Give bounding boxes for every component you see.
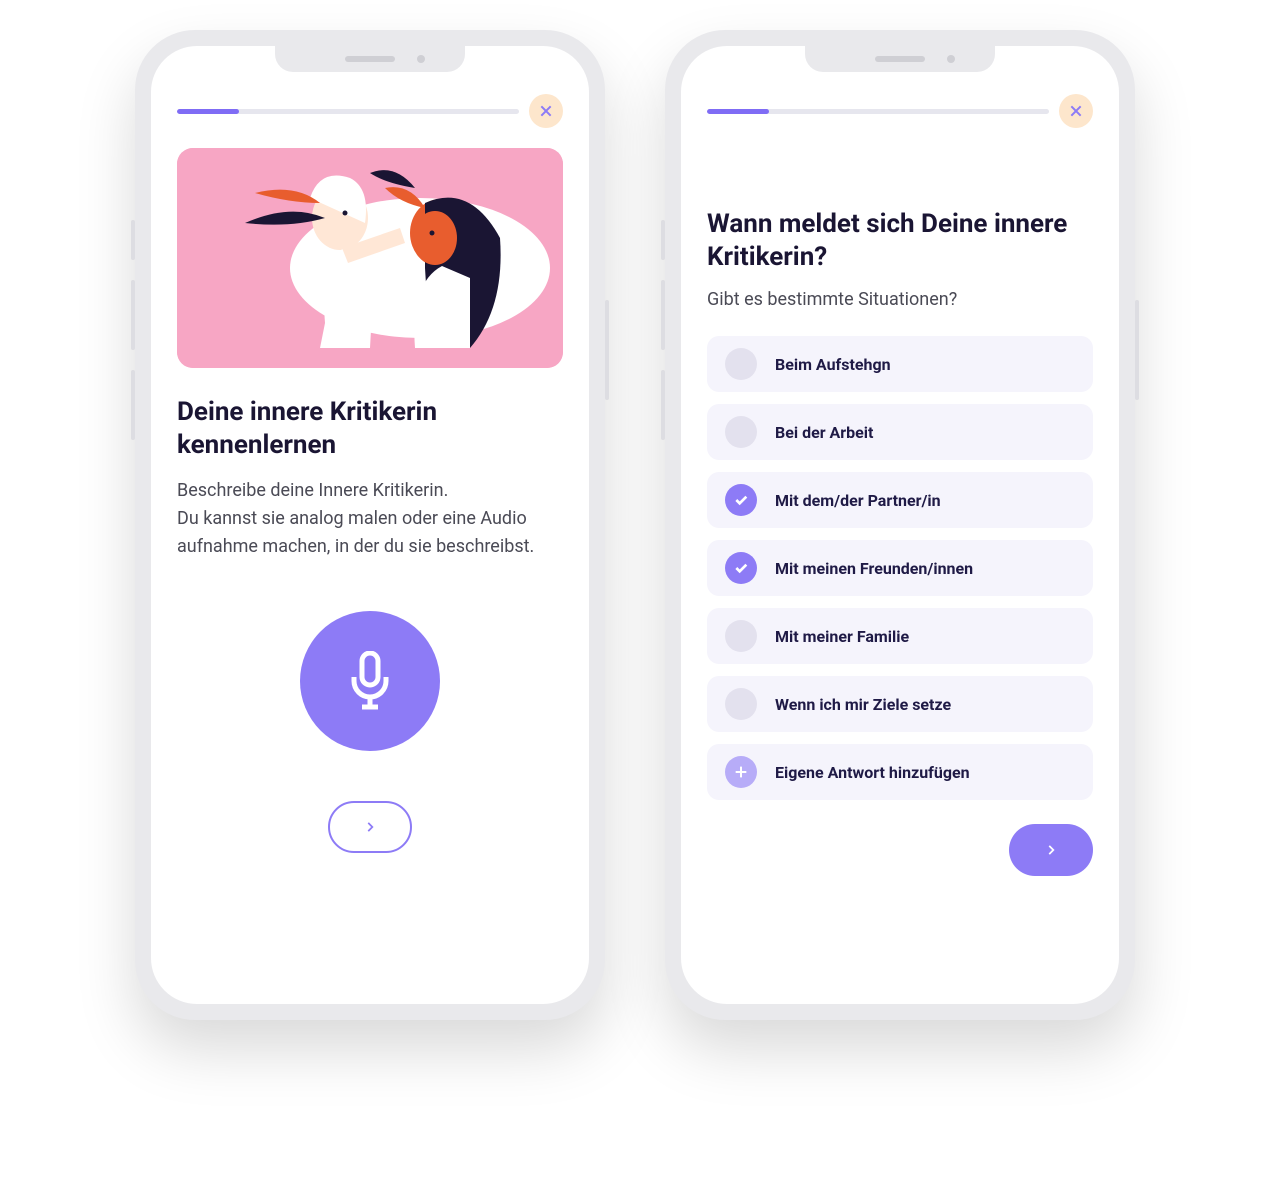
phone-mockup-1: Deine innere Kritikerin kennenlernen Bes… [135,30,605,1020]
option-item[interactable]: Mit dem/der Partner/in [707,472,1093,528]
progress-bar [707,109,1049,114]
front-camera [417,55,425,63]
page-body: Beschreibe deine Innere Kritikerin. Du k… [177,477,563,561]
check-icon [725,484,757,516]
topbar [707,94,1093,128]
option-circle [725,620,757,652]
option-label: Eigene Antwort hinzufügen [775,763,970,782]
record-audio-button[interactable] [300,611,440,751]
option-label: Mit meinen Freunden/innen [775,559,973,578]
page-heading: Deine innere Kritikerin kennenlernen [177,396,563,461]
side-button [1135,300,1139,400]
option-label: Bei der Arbeit [775,423,873,442]
question-heading: Wann meldet sich Deine innere Kritikerin… [707,208,1093,273]
phone-mockup-2: Wann meldet sich Deine innere Kritikerin… [665,30,1135,1020]
microphone-icon [345,651,395,711]
side-button [131,280,135,350]
option-item[interactable]: Bei der Arbeit [707,404,1093,460]
option-add-custom[interactable]: Eigene Antwort hinzufügen [707,744,1093,800]
progress-bar [177,109,519,114]
next-button[interactable] [328,801,412,853]
option-label: Mit dem/der Partner/in [775,491,941,510]
side-button [661,280,665,350]
option-label: Wenn ich mir Ziele setze [775,695,951,714]
check-icon [725,552,757,584]
topbar [177,94,563,128]
front-camera [947,55,955,63]
option-label: Mit meiner Familie [775,627,909,646]
side-button [131,370,135,440]
option-label: Beim Aufstehgn [775,355,891,374]
close-icon [538,103,554,119]
option-item[interactable]: Mit meiner Familie [707,608,1093,664]
side-button [661,220,665,260]
phone-notch [805,46,995,72]
progress-fill [177,109,239,114]
chevron-right-icon [1044,843,1058,857]
side-button [605,300,609,400]
phone-notch [275,46,465,72]
option-item[interactable]: Mit meinen Freunden/innen [707,540,1093,596]
side-button [131,220,135,260]
close-button[interactable] [529,94,563,128]
option-item[interactable]: Wenn ich mir Ziele setze [707,676,1093,732]
close-icon [1068,103,1084,119]
speaker-slot [875,56,925,62]
options-list: Beim Aufstehgn Bei der Arbeit Mit dem/der … [707,336,1093,800]
option-circle [725,348,757,380]
side-button [661,370,665,440]
option-item[interactable]: Beim Aufstehgn [707,336,1093,392]
progress-fill [707,109,769,114]
next-button[interactable] [1009,824,1093,876]
close-button[interactable] [1059,94,1093,128]
question-subhead: Gibt es bestimmte Situationen? [707,289,1093,310]
speaker-slot [345,56,395,62]
screen-question: Wann meldet sich Deine innere Kritikerin… [681,46,1119,1004]
option-circle [725,416,757,448]
option-circle [725,688,757,720]
illustration-inner-critic [177,148,563,368]
chevron-right-icon [363,820,377,834]
screen-intro: Deine innere Kritikerin kennenlernen Bes… [151,46,589,1004]
plus-icon [725,756,757,788]
